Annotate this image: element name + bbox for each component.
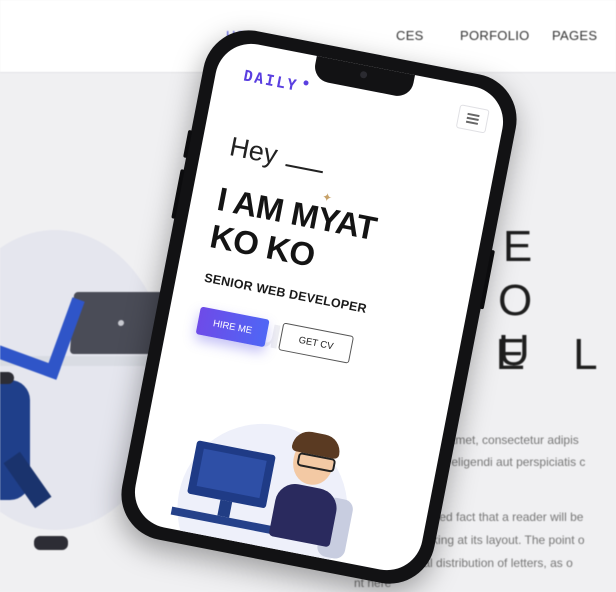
menu-icon-bar xyxy=(465,120,479,125)
nav-link-pages[interactable]: PAGES xyxy=(552,28,597,43)
person-shoe-illustration xyxy=(34,536,68,550)
hero-headline: I AM MYAT KO KO xyxy=(207,180,379,285)
camera-icon xyxy=(359,70,368,79)
nav-link-portfolio[interactable]: PORFOLIO xyxy=(460,28,530,43)
laptop-logo xyxy=(117,320,125,326)
menu-icon-bar xyxy=(467,112,480,117)
logo-dot-icon xyxy=(303,79,309,86)
site-logo[interactable]: DAILY xyxy=(242,67,300,95)
phone-notch xyxy=(312,54,416,99)
hamburger-menu-button[interactable] xyxy=(455,104,490,134)
menu-icon-bar xyxy=(466,116,479,121)
person-hand-illustration xyxy=(0,372,14,384)
nav-link-services[interactable]: CES xyxy=(396,28,424,43)
greeting-underline xyxy=(285,164,323,173)
greeting-text: Hey xyxy=(227,131,281,170)
